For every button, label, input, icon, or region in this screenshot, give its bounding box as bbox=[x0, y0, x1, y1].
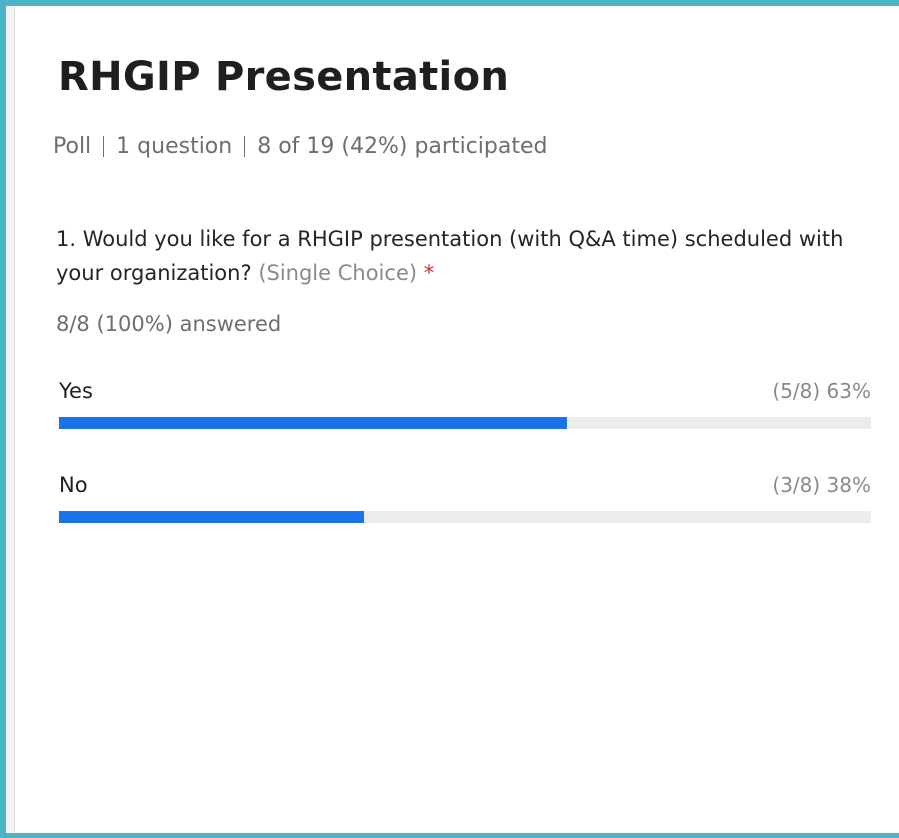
option-yes: Yes (5/8) 63% bbox=[59, 379, 871, 429]
poll-title: RHGIP Presentation bbox=[58, 54, 510, 100]
option-result: (3/8) 38% bbox=[772, 473, 871, 497]
option-result: (5/8) 63% bbox=[772, 379, 871, 403]
result-bar-fill bbox=[59, 417, 567, 429]
result-bar-track bbox=[59, 511, 871, 523]
answered-count: 8/8 (100%) answered bbox=[56, 312, 282, 336]
question-type: (Single Choice) bbox=[258, 261, 418, 285]
question-text-block: 1. Would you like for a RHGIP presentati… bbox=[56, 222, 876, 290]
poll-results-panel: RHGIP Presentation Poll 1 question 8 of … bbox=[14, 6, 899, 832]
poll-meta: Poll 1 question 8 of 19 (42%) participat… bbox=[53, 134, 547, 159]
question-count: 1 question bbox=[116, 134, 233, 159]
option-label: Yes bbox=[59, 379, 93, 403]
option-no: No (3/8) 38% bbox=[59, 473, 871, 523]
meta-divider bbox=[103, 136, 105, 157]
question-text: 1. Would you like for a RHGIP presentati… bbox=[56, 227, 844, 285]
result-bar-fill bbox=[59, 511, 364, 523]
participation-summary: 8 of 19 (42%) participated bbox=[257, 134, 548, 159]
required-marker: * bbox=[423, 261, 435, 285]
poll-type: Poll bbox=[53, 134, 92, 159]
meta-divider bbox=[244, 136, 246, 157]
result-bar-track bbox=[59, 417, 871, 429]
option-label: No bbox=[59, 473, 88, 497]
